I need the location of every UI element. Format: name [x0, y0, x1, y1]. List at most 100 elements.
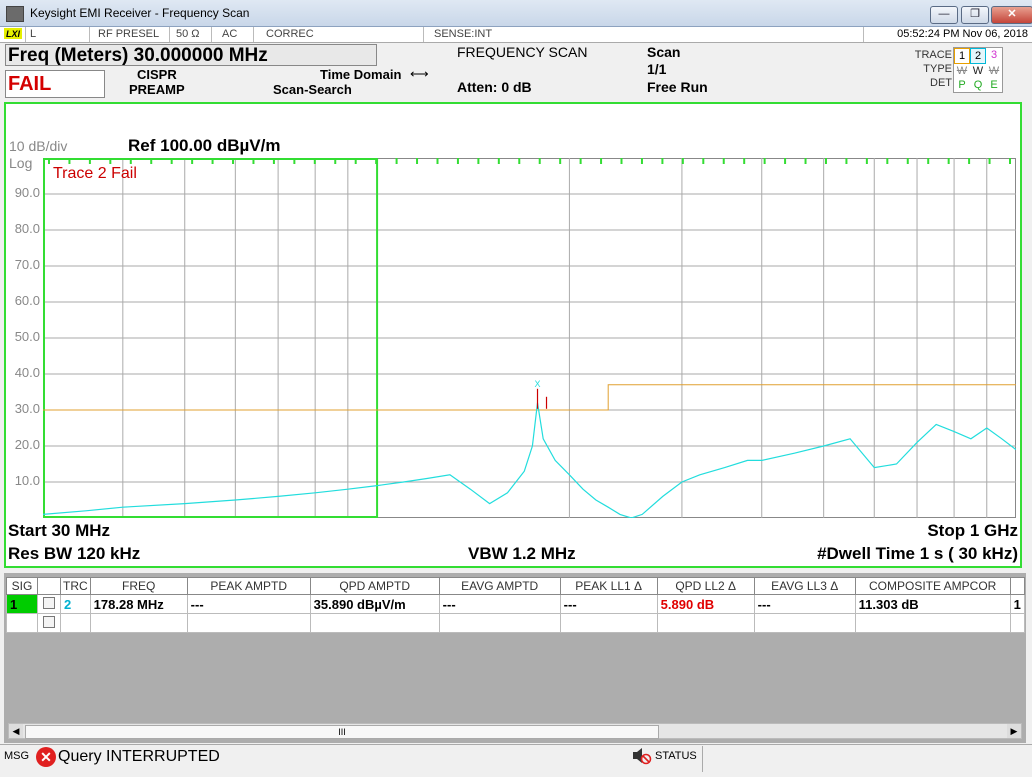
column-header-overflow — [1009, 577, 1025, 595]
column-header[interactable]: EAVG AMPTD — [438, 577, 561, 595]
msg-label: MSG — [4, 750, 30, 762]
column-header[interactable]: EAVG LL3 Δ — [753, 577, 856, 595]
stop-frequency[interactable]: Stop 1 GHz — [927, 521, 1018, 541]
eavg-amplitude: --- — [438, 594, 561, 614]
scrollbar-thumb[interactable]: III — [25, 725, 659, 739]
trace-1-number: 1 — [954, 48, 970, 64]
trace-legend-grid[interactable]: 1 2 3 W W W P Q E — [953, 47, 1003, 93]
status-divider — [702, 746, 703, 772]
y-tick-label: 70.0 — [14, 257, 40, 272]
overflow-cell: 1 — [1009, 594, 1025, 614]
y-tick-label: 80.0 — [14, 221, 40, 236]
trace-2-line — [43, 402, 1016, 518]
status-message[interactable]: Query INTERRUPTED — [58, 748, 220, 766]
impedance-indicator: 50 Ω — [170, 27, 212, 42]
y-tick-label: 10.0 — [14, 473, 40, 488]
qpd-amplitude: 35.890 dBµV/m — [309, 594, 440, 614]
scale-per-div: 10 dB/div — [9, 138, 68, 154]
column-header — [37, 577, 61, 595]
trace-1-detector: P — [958, 79, 966, 91]
peak-amplitude: --- — [186, 594, 311, 614]
column-header[interactable]: PEAK LL1 Δ — [559, 577, 658, 595]
column-header[interactable]: QPD LL2 Δ — [656, 577, 755, 595]
cispr-label: CISPR — [137, 67, 177, 82]
trace-legend-labels: TRACE TYPE DET — [900, 48, 952, 90]
status-button[interactable]: STATUS — [655, 750, 697, 762]
resolution-bandwidth[interactable]: Res BW 120 kHz — [8, 544, 140, 564]
frequency-readout[interactable]: Freq (Meters) 30.000000 MHz — [5, 44, 377, 66]
type-row-label: TYPE — [923, 63, 952, 75]
row-checkbox[interactable] — [37, 613, 61, 633]
time-domain-label: Time Domain — [320, 67, 402, 82]
scroll-right-icon[interactable]: ▶ — [1007, 724, 1021, 738]
trace-2-number: 2 — [970, 48, 986, 64]
table-row[interactable]: 1 2 178.28 MHz --- 35.890 dBµV/m --- ---… — [6, 594, 1025, 614]
spectrum-chart: X — [43, 158, 1016, 518]
sense-indicator: SENSE:INT — [424, 27, 864, 42]
fail-indicator: FAIL — [5, 70, 105, 98]
marker-table: SIG TRC FREQ PEAK AMPTD QPD AMPTD EAVG A… — [6, 577, 1025, 633]
trace-fail-annotation: Trace 2 Fail — [53, 165, 137, 182]
column-header[interactable]: SIG — [6, 577, 38, 595]
coupling-indicator: AC — [212, 27, 254, 42]
y-tick-label: 40.0 — [14, 365, 40, 380]
limit-line — [43, 384, 1016, 411]
table-row[interactable] — [6, 613, 1025, 633]
trace-row-label: TRACE — [914, 49, 952, 61]
marker-frequency[interactable]: 178.28 MHz — [89, 594, 188, 614]
measurement-name: FREQUENCY SCAN — [457, 44, 588, 60]
eavg-ll3-delta: --- — [753, 594, 856, 614]
speaker-muted-icon[interactable] — [632, 746, 652, 766]
column-header[interactable]: COMPOSITE AMPCOR — [854, 577, 1011, 595]
y-tick-label: 90.0 — [14, 185, 40, 200]
reference-level[interactable]: Ref 100.00 dBµV/m — [128, 136, 280, 156]
input-mode: L — [26, 27, 90, 42]
instrument-status-strip: LXI L RF PRESEL 50 Ω AC CORREC SENSE:INT… — [0, 27, 1032, 43]
horizontal-scrollbar[interactable]: ◀ III ▶ — [8, 723, 1022, 739]
trace-3-type: W — [988, 65, 1000, 77]
table-header-row: SIG TRC FREQ PEAK AMPTD QPD AMPTD EAVG A… — [6, 577, 1025, 595]
scale-type: Log — [9, 155, 33, 171]
time-domain-arrow-icon: ⟷ — [410, 66, 429, 81]
y-tick-label: 20.0 — [14, 437, 40, 452]
maximize-button[interactable]: ❐ — [961, 6, 989, 24]
y-tick-label: 30.0 — [14, 401, 40, 416]
trace-3-number: 3 — [990, 49, 998, 61]
scan-search-label: Scan-Search — [273, 82, 352, 97]
run-mode: Free Run — [647, 79, 708, 95]
minimize-button[interactable]: — — [930, 6, 958, 24]
preamp-label: PREAMP — [129, 82, 185, 97]
trace-1-type: W — [956, 65, 968, 77]
trace-3-detector: E — [990, 79, 998, 91]
scan-count: 1/1 — [647, 61, 667, 77]
marker-table-panel: SIG TRC FREQ PEAK AMPTD QPD AMPTD EAVG A… — [4, 573, 1026, 743]
scan-label: Scan — [647, 44, 681, 60]
column-header[interactable]: QPD AMPTD — [309, 577, 440, 595]
scroll-left-icon[interactable]: ◀ — [9, 724, 23, 738]
det-row-label: DET — [930, 77, 952, 89]
signal-number[interactable]: 1 — [6, 594, 38, 614]
column-header[interactable]: TRC — [60, 577, 91, 595]
app-logo-icon — [6, 6, 24, 22]
row-checkbox[interactable] — [37, 594, 61, 614]
column-header[interactable]: FREQ — [89, 577, 188, 595]
correction-indicator: CORREC — [254, 27, 424, 42]
svg-text:LXI: LXI — [6, 29, 21, 39]
column-header[interactable]: PEAK AMPTD — [186, 577, 311, 595]
window-title: Keysight EMI Receiver - Frequency Scan — [30, 6, 250, 20]
error-icon: ✕ — [36, 747, 56, 767]
lxi-icon: LXI — [0, 27, 26, 42]
rf-presel-indicator: RF PRESEL — [90, 27, 170, 42]
start-frequency[interactable]: Start 30 MHz — [8, 521, 110, 541]
marker-label: X — [535, 379, 541, 389]
trace-number[interactable]: 2 — [60, 594, 91, 614]
video-bandwidth[interactable]: VBW 1.2 MHz — [468, 544, 576, 564]
datetime: 05:52:24 PM Nov 06, 2018 — [897, 28, 1028, 40]
trace-2-detector: Q — [973, 79, 983, 91]
composite-ampcor: 11.303 dB — [854, 594, 1011, 614]
y-tick-label: 60.0 — [14, 293, 40, 308]
dwell-time[interactable]: #Dwell Time 1 s ( 30 kHz) — [817, 544, 1018, 564]
close-button[interactable]: ✕ — [991, 6, 1032, 24]
y-tick-label: 50.0 — [14, 329, 40, 344]
trace-2-type: W — [972, 65, 984, 77]
